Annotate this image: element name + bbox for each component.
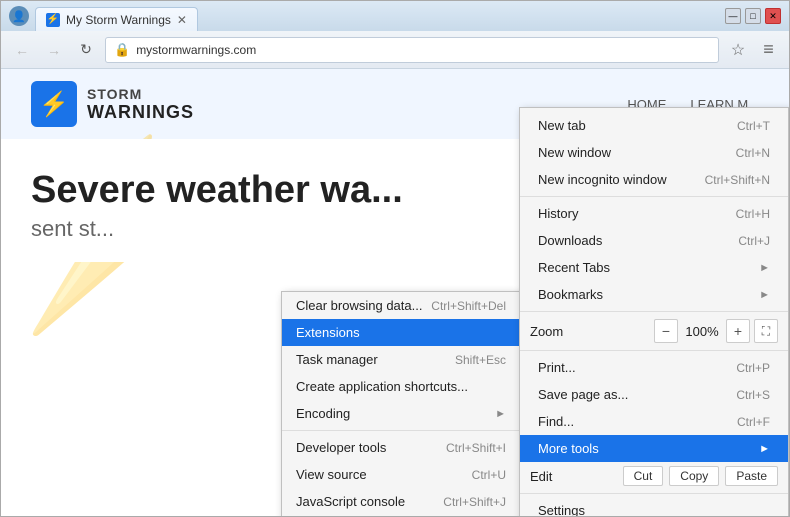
menu-item-print[interactable]: Print... Ctrl+P [520, 354, 788, 381]
menu-item-encoding[interactable]: Encoding ► [282, 400, 520, 427]
tab-title: My Storm Warnings [66, 13, 171, 27]
menu-item-new-tab[interactable]: New tab Ctrl+T [520, 112, 788, 139]
user-icon[interactable]: 👤 [9, 6, 29, 26]
logo-storm: STORM [87, 86, 194, 102]
bookmark-button[interactable]: ☆ [725, 37, 751, 63]
zoom-value: 100% [682, 324, 722, 339]
active-tab[interactable]: ⚡ My Storm Warnings ✕ [35, 7, 198, 31]
zoom-plus-button[interactable]: + [726, 319, 750, 343]
menu-item-new-window[interactable]: New window Ctrl+N [520, 139, 788, 166]
menu-item-clear-browsing[interactable]: Clear browsing data... Ctrl+Shift+Del [282, 292, 520, 319]
menu-item-history[interactable]: History Ctrl+H [520, 200, 788, 227]
logo-area: ⚡ STORM WARNINGS [31, 81, 194, 127]
minimize-button[interactable]: — [725, 8, 741, 24]
reload-button[interactable]: ↻ [73, 37, 99, 63]
page-content: ⚡ STORM WARNINGS HOME LEARN M... Severe … [1, 69, 789, 516]
window-controls: — □ ✕ [725, 8, 781, 24]
nav-bar: ← → ↻ 🔒 mystormwarnings.com ☆ ≡ [1, 31, 789, 69]
edit-row: Edit Cut Copy Paste [520, 462, 788, 490]
zoom-fullscreen-button[interactable]: ⛶ [754, 319, 778, 343]
copy-button[interactable]: Copy [669, 466, 719, 486]
menu-item-settings[interactable]: Settings [520, 497, 788, 516]
page-icon: 🔒 [114, 42, 130, 58]
back-button[interactable]: ← [9, 37, 35, 63]
chrome-main-menu[interactable]: New tab Ctrl+T New window Ctrl+N New inc… [519, 107, 789, 516]
chrome-menu-button[interactable]: ≡ [755, 37, 781, 63]
cut-button[interactable]: Cut [623, 466, 664, 486]
menu-item-downloads[interactable]: Downloads Ctrl+J [520, 227, 788, 254]
menu-item-inspect-devices[interactable]: Inspect devices [282, 515, 520, 516]
menu-item-recent-tabs[interactable]: Recent Tabs ► [520, 254, 788, 281]
tools-submenu[interactable]: Clear browsing data... Ctrl+Shift+Del Ex… [281, 291, 521, 516]
logo-icon: ⚡ [31, 81, 77, 127]
menu-item-developer-tools[interactable]: Developer tools Ctrl+Shift+I [282, 434, 520, 461]
favicon-bolt: ⚡ [47, 14, 59, 25]
menu-item-js-console[interactable]: JavaScript console Ctrl+Shift+J [282, 488, 520, 515]
menu-item-extensions[interactable]: Extensions [282, 319, 520, 346]
zoom-minus-button[interactable]: − [654, 319, 678, 343]
menu-item-bookmarks[interactable]: Bookmarks ► [520, 281, 788, 308]
tab-favicon: ⚡ [46, 13, 60, 27]
zoom-row: Zoom − 100% + ⛶ [520, 315, 788, 347]
maximize-button[interactable]: □ [745, 8, 761, 24]
title-bar: 👤 ⚡ My Storm Warnings ✕ — □ ✕ [1, 1, 789, 31]
close-button[interactable]: ✕ [765, 8, 781, 24]
tab-bar: ⚡ My Storm Warnings ✕ [35, 1, 725, 31]
browser-window: 👤 ⚡ My Storm Warnings ✕ — □ ✕ ← → ↻ 🔒 my… [0, 0, 790, 517]
menu-item-find[interactable]: Find... Ctrl+F [520, 408, 788, 435]
nav-right-buttons: ☆ ≡ [725, 37, 781, 63]
menu-item-save-page[interactable]: Save page as... Ctrl+S [520, 381, 788, 408]
address-text: mystormwarnings.com [136, 43, 256, 57]
paste-button[interactable]: Paste [725, 466, 778, 486]
address-bar[interactable]: 🔒 mystormwarnings.com [105, 37, 719, 63]
edit-label: Edit [530, 469, 617, 484]
menu-item-more-tools[interactable]: More tools ► [520, 435, 788, 462]
forward-button[interactable]: → [41, 37, 67, 63]
tab-close-button[interactable]: ✕ [177, 13, 187, 27]
menu-item-create-app-shortcuts[interactable]: Create application shortcuts... [282, 373, 520, 400]
menu-item-task-manager[interactable]: Task manager Shift+Esc [282, 346, 520, 373]
menu-item-view-source[interactable]: View source Ctrl+U [282, 461, 520, 488]
menu-item-new-incognito[interactable]: New incognito window Ctrl+Shift+N [520, 166, 788, 193]
logo-warnings: WARNINGS [87, 102, 194, 123]
logo-text: STORM WARNINGS [87, 86, 194, 123]
